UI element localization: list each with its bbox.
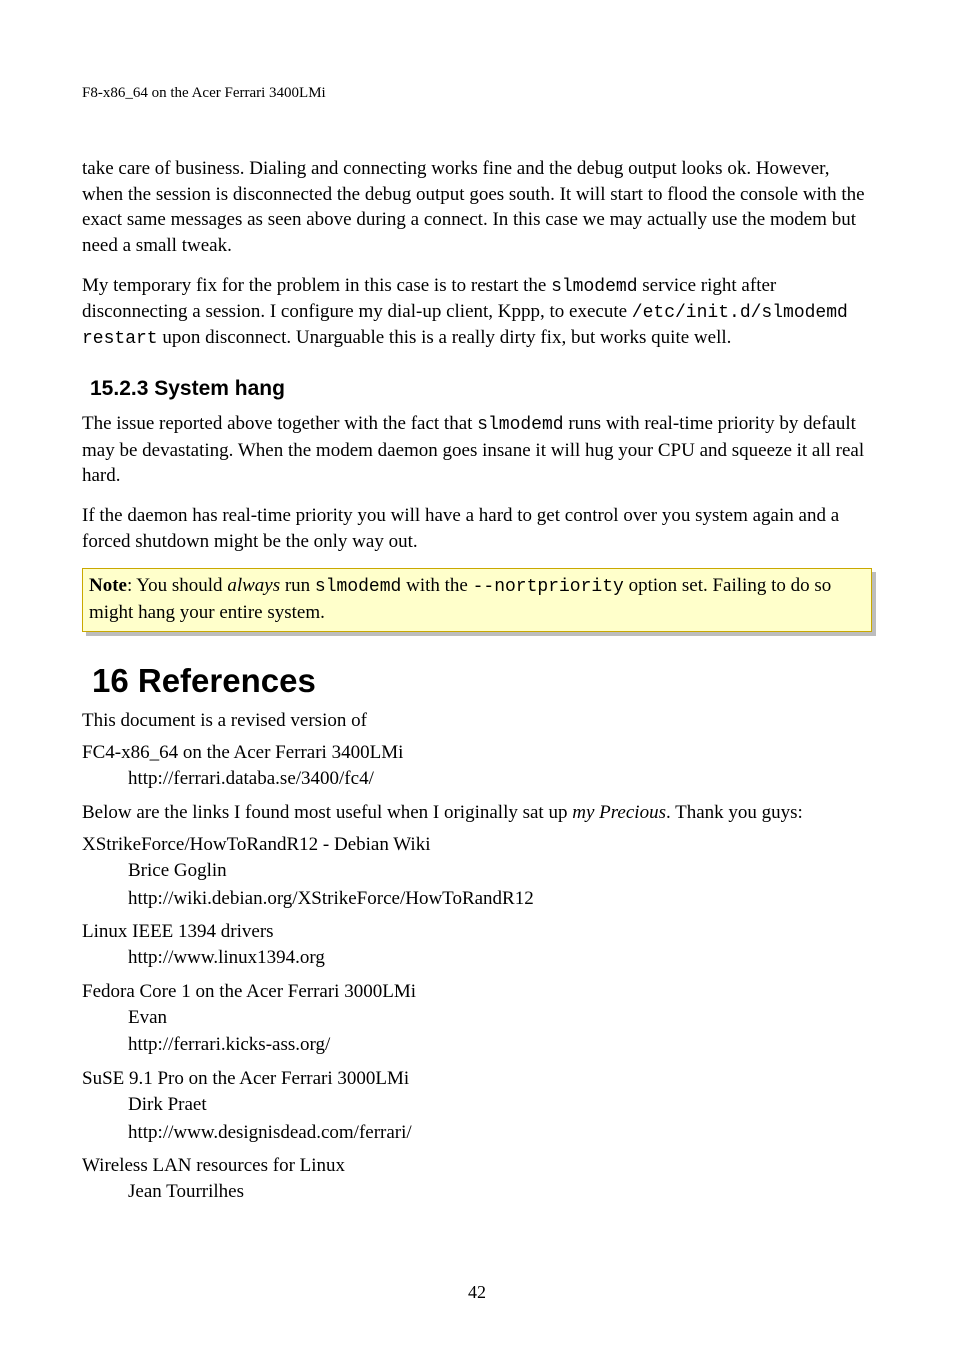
reference-author: Brice Goglin <box>128 858 872 884</box>
paragraph-shutdown: If the daemon has real-time priority you… <box>82 503 872 554</box>
inline-code: slmodemd <box>315 577 401 597</box>
text: with the <box>401 575 472 596</box>
reference-url: http://wiki.debian.org/XStrikeForce/HowT… <box>128 886 872 912</box>
reference-title: XStrikeForce/HowToRandR12 - Debian Wiki <box>82 834 872 856</box>
paragraph-carryover: take care of business. Dialing and conne… <box>82 156 872 259</box>
text: Below are the links I found most useful … <box>82 802 572 823</box>
inline-code: slmodemd <box>551 277 637 297</box>
reference-self: FC4-x86_64 on the Acer Ferrari 3400LMi h… <box>82 742 872 792</box>
reference-author: Dirk Praet <box>128 1092 872 1118</box>
reference-item: Fedora Core 1 on the Acer Ferrari 3000LM… <box>82 981 872 1058</box>
note-callout: Note: You should always run slmodemd wit… <box>82 568 872 632</box>
references-intro-a: This document is a revised version of <box>82 710 872 732</box>
page-container: F8-x86_64 on the Acer Ferrari 3400LMi ta… <box>0 0 954 1351</box>
reference-author: Evan <box>128 1005 872 1031</box>
page-number: 42 <box>0 1282 954 1303</box>
reference-author: Jean Tourrilhes <box>128 1179 872 1205</box>
note-emphasis: always <box>227 575 280 596</box>
text: . Thank you guys: <box>666 802 803 823</box>
reference-url: http://www.linux1394.org <box>128 945 872 971</box>
reference-item: SuSE 9.1 Pro on the Acer Ferrari 3000LMi… <box>82 1068 872 1145</box>
reference-title: SuSE 9.1 Pro on the Acer Ferrari 3000LMi <box>82 1068 872 1090</box>
reference-title: FC4-x86_64 on the Acer Ferrari 3400LMi <box>82 742 872 764</box>
text: : You should <box>127 575 227 596</box>
reference-title: Wireless LAN resources for Linux <box>82 1155 872 1177</box>
reference-item: Wireless LAN resources for Linux Jean To… <box>82 1155 872 1205</box>
references-intro-b: Below are the links I found most useful … <box>82 802 872 824</box>
text: My temporary fix for the problem in this… <box>82 275 551 296</box>
reference-url: http://www.designisdead.com/ferrari/ <box>128 1120 872 1146</box>
text: upon disconnect. Unarguable this is a re… <box>158 327 732 348</box>
reference-url: http://ferrari.kicks-ass.org/ <box>128 1032 872 1058</box>
running-header: F8-x86_64 on the Acer Ferrari 3400LMi <box>82 85 872 102</box>
reference-url: http://ferrari.databa.se/3400/fc4/ <box>128 766 872 792</box>
emphasis: my Precious <box>572 802 666 823</box>
section-heading-references: 16 References <box>92 662 872 700</box>
paragraph-issue: The issue reported above together with t… <box>82 411 872 489</box>
reference-title: Linux IEEE 1394 drivers <box>82 921 872 943</box>
subsection-heading: 15.2.3 System hang <box>90 377 872 401</box>
text: The issue reported above together with t… <box>82 413 477 434</box>
reference-item: XStrikeForce/HowToRandR12 - Debian Wiki … <box>82 834 872 911</box>
inline-code: --nortpriority <box>473 577 624 597</box>
reference-item: Linux IEEE 1394 drivers http://www.linux… <box>82 921 872 971</box>
note-label: Note <box>89 575 127 596</box>
inline-code: slmodemd <box>477 415 563 435</box>
reference-title: Fedora Core 1 on the Acer Ferrari 3000LM… <box>82 981 872 1003</box>
paragraph-fix: My temporary fix for the problem in this… <box>82 273 872 352</box>
text: run <box>280 575 315 596</box>
